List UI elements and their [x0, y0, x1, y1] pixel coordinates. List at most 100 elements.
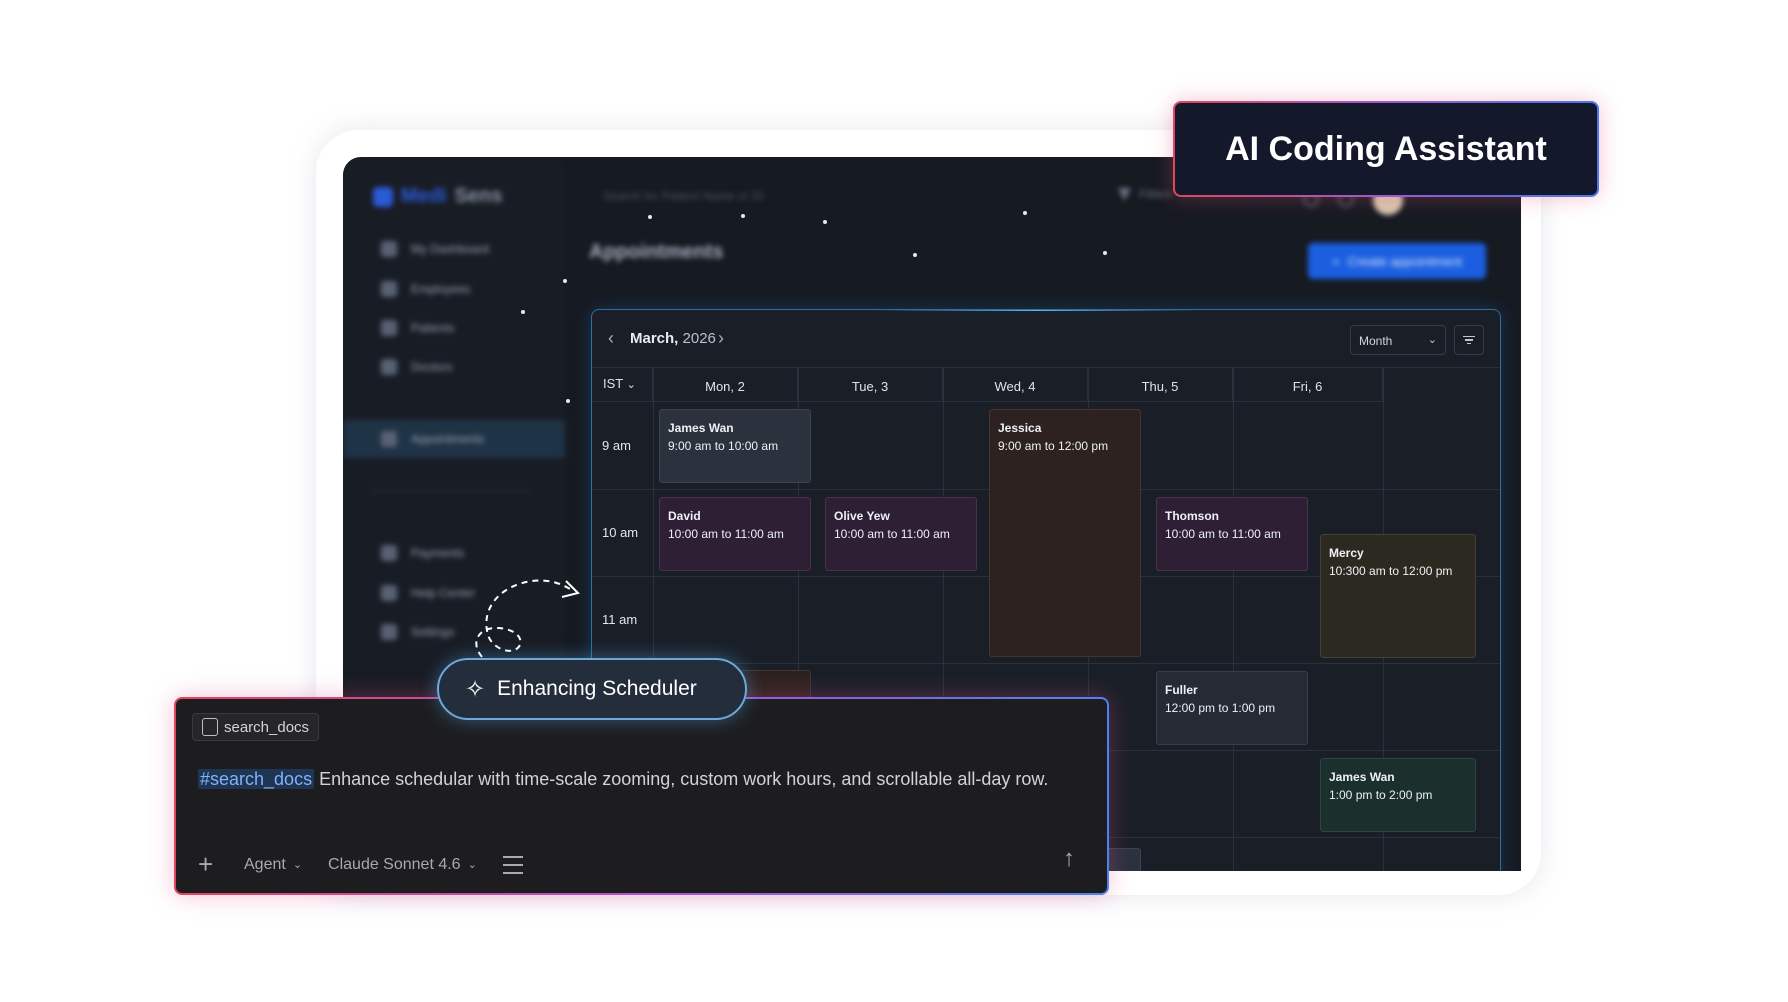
time-label: 10 am [602, 525, 639, 540]
sidebar-item-label: Doctors [411, 360, 453, 374]
appointment-event[interactable]: Thomson 10:00 am to 11:00 am [1156, 497, 1308, 571]
sidebar-item-appointments[interactable]: Appointments [381, 431, 484, 447]
view-select[interactable]: Month ⌄ [1350, 325, 1446, 355]
day-header-thu: Thu, 5 [1088, 368, 1233, 402]
ai-coding-assistant-badge: AI Coding Assistant [1173, 101, 1599, 197]
mode-select[interactable]: Agent ⌄ [244, 856, 302, 874]
event-name: David [668, 509, 701, 523]
sparkle-decoration [648, 215, 652, 219]
timezone-select[interactable]: IST ⌄ [592, 368, 653, 402]
slider-line [502, 871, 523, 874]
event-name: Jessica [998, 421, 1042, 435]
sidebar-item-patients[interactable]: Patients [381, 320, 454, 336]
status-pill: ✧ Enhancing Scheduler [437, 658, 747, 720]
settings-sliders-icon[interactable] [502, 855, 523, 874]
dashed-arrow-decoration [475, 579, 580, 658]
time-label: 9 am [602, 438, 631, 453]
prev-month-button[interactable]: ‹ [608, 328, 614, 349]
appointment-event[interactable]: Fuller 12:00 pm to 1:00 pm [1156, 671, 1308, 745]
event-time: 10:300 am to 12:00 pm [1329, 564, 1453, 578]
logo-text-b: Sens [454, 185, 503, 207]
sidebar-item-label: Employees [411, 282, 471, 296]
event-time: 10:00 am to 11:00 am [1165, 527, 1281, 541]
send-button[interactable]: ↑ [1063, 845, 1075, 873]
sidebar-item-payments[interactable]: Payments [381, 545, 464, 561]
plus-icon: + [1332, 253, 1340, 269]
logo-icon [373, 186, 393, 207]
sidebar-item-settings[interactable]: Settings [381, 624, 454, 640]
model-select-value: Claude Sonnet 4.6 [328, 855, 461, 873]
appointment-event[interactable]: Mercy 10:300 am to 12:00 pm [1320, 534, 1476, 658]
day-header-fri: Fri, 6 [1233, 368, 1383, 402]
chevron-down-icon: ⌄ [626, 379, 636, 391]
event-time: 9:00 am to 12:00 pm [998, 439, 1109, 453]
filter-button[interactable]: Filters [1118, 187, 1172, 201]
sparkle-decoration [741, 214, 745, 218]
panel-footer: + Agent ⌄ Claude Sonnet 4.6 ⌄ [198, 849, 523, 880]
day-header-tue: Tue, 3 [798, 368, 943, 402]
event-time: 1:00 pm to 2:00 pm [1329, 788, 1433, 802]
appointment-event[interactable]: David 10:00 am to 11:00 am [659, 497, 811, 571]
sidebar-item-doctors[interactable]: Doctors [381, 359, 452, 375]
funnel-icon [1118, 187, 1131, 201]
create-appointment-button[interactable]: + Create appointment [1308, 243, 1486, 279]
tool-chip-search-docs[interactable]: search_docs [192, 713, 320, 741]
sidebar-item-label: Patients [411, 321, 455, 335]
employees-icon [381, 281, 397, 297]
appointment-event[interactable]: Jessica 9:00 am to 12:00 pm [989, 409, 1141, 657]
day-header-mon: Mon, 2 [653, 368, 798, 402]
appointment-event[interactable]: James Wan 1:00 pm to 2:00 pm [1320, 758, 1476, 832]
create-appointment-label: Create appointment [1347, 253, 1462, 269]
timezone-label: IST [603, 376, 623, 391]
prompt-text: Enhance schedular with time-scale zoomin… [319, 769, 1049, 789]
filter-lines-icon [1463, 335, 1475, 338]
event-time: 12:00 pm to 1:00 pm [1165, 701, 1276, 715]
day-header-wed: Wed, 4 [943, 368, 1088, 402]
dashboard-icon [381, 241, 397, 257]
sparkle-decoration [1023, 211, 1027, 215]
next-month-button[interactable]: › [718, 328, 724, 349]
filter-lines-icon [1465, 339, 1473, 341]
event-name: Olive Yew [834, 509, 890, 523]
sparkle-decoration [566, 399, 570, 403]
model-select[interactable]: Claude Sonnet 4.6 ⌄ [328, 856, 477, 874]
appointments-icon [381, 431, 397, 447]
sidebar-item-help-center[interactable]: Help Center [381, 585, 475, 601]
sidebar-item-dashboard[interactable]: My Dashboard [381, 241, 489, 257]
event-name: Fuller [1165, 683, 1198, 697]
sidebar-item-label: Help Center [411, 586, 476, 600]
prompt-input[interactable]: #search_docs Enhance schedular with time… [198, 764, 1088, 794]
event-time: 10:00 am to 11:00 am [834, 527, 950, 541]
filter-lines-icon [1467, 342, 1471, 345]
event-name: James Wan [1329, 770, 1395, 784]
calendar-filter-button[interactable] [1454, 325, 1484, 355]
slider-line [502, 855, 523, 858]
mode-select-value: Agent [244, 855, 286, 873]
event-time: 9:00 am to 10:00 am [668, 439, 779, 453]
sidebar-item-label: My Dashboard [411, 242, 490, 256]
add-context-button[interactable]: + [198, 849, 222, 880]
sparkle-decoration [913, 253, 917, 257]
payments-icon [381, 545, 397, 561]
app-logo: Medi Sens [373, 185, 502, 208]
year: 2026 [682, 330, 716, 347]
appointment-event[interactable]: James Wan 9:00 am to 10:00 am [659, 409, 811, 483]
event-name: Thomson [1165, 509, 1219, 523]
tool-chip-label: search_docs [224, 718, 310, 736]
badge-title: AI Coding Assistant [1225, 129, 1547, 168]
doctors-icon [381, 359, 397, 375]
sidebar-item-employees[interactable]: Employees [381, 281, 470, 297]
chevron-down-icon: ⌄ [467, 859, 477, 871]
appointment-event[interactable]: Olive Yew 10:00 am to 11:00 am [825, 497, 977, 571]
search-input[interactable]: Search for Patient Name or ID [603, 189, 764, 203]
event-name: James Wan [668, 421, 734, 435]
chevron-down-icon: ⌄ [1427, 334, 1437, 346]
sidebar-item-label: Settings [411, 625, 455, 639]
filter-label: Filters [1139, 187, 1172, 201]
month-label: March, 2026 [630, 330, 716, 347]
time-label: 11 am [602, 612, 638, 627]
help-icon [381, 585, 397, 601]
status-pill-label: Enhancing Scheduler [497, 677, 697, 700]
chevron-down-icon: ⌄ [292, 859, 303, 871]
sidebar-item-label: Payments [411, 546, 465, 560]
